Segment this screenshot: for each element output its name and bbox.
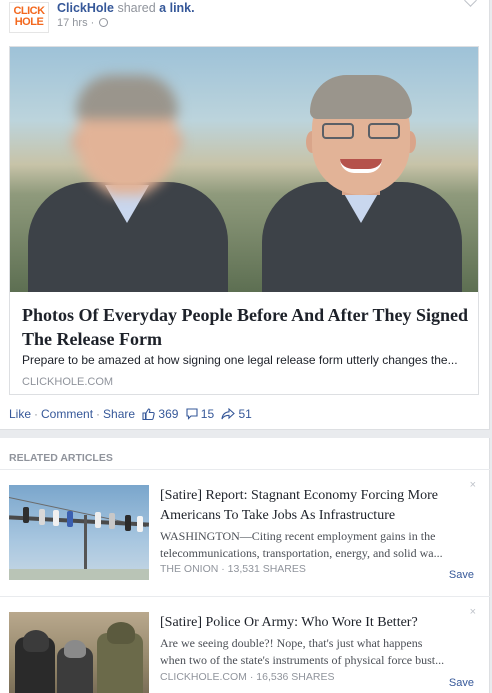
comments-count[interactable]: 15 <box>201 407 214 421</box>
related-header: RELATED ARTICLES <box>9 452 113 464</box>
chevron-down-icon[interactable] <box>464 0 477 7</box>
save-button[interactable]: Save <box>449 569 474 581</box>
comment-icon[interactable] <box>186 408 198 420</box>
save-button[interactable]: Save <box>449 677 474 689</box>
article-title[interactable]: [Satire] Report: Stagnant Economy Forcin… <box>160 486 470 526</box>
related-articles: RELATED ARTICLES [Satire] Report: Stagna… <box>0 438 490 693</box>
share-icon[interactable] <box>221 408 236 420</box>
link-link[interactable]: a link. <box>159 1 194 15</box>
likes-count[interactable]: 369 <box>158 407 178 421</box>
page-avatar[interactable]: CLICK HOLE <box>9 2 49 33</box>
link-preview-card[interactable]: Photos Of Everyday People Before And Aft… <box>9 46 479 395</box>
shared-verb: shared <box>117 1 156 15</box>
article-meta: THE ONION · 13,531 SHARES <box>160 563 306 575</box>
article-meta: CLICKHOLE.COM · 16,536 SHARES <box>160 671 335 683</box>
share-link[interactable]: Share <box>103 407 135 421</box>
article-description: Are we seeing double?! Nope, that's just… <box>160 635 475 669</box>
shares-count[interactable]: 51 <box>238 407 251 421</box>
article-title[interactable]: [Satire] Police Or Army: Who Wore It Bet… <box>160 613 470 633</box>
card-title[interactable]: Photos Of Everyday People Before And Aft… <box>22 303 472 351</box>
description-line: when two of the state's instruments of p… <box>160 653 445 667</box>
before-photo <box>10 47 244 292</box>
before-after-photo <box>10 47 478 292</box>
description-line: WASHINGTON—Citing recent employment gain… <box>160 529 436 543</box>
post-actions: Like · Comment · Share 369 15 51 <box>9 407 252 421</box>
close-icon[interactable]: × <box>470 606 476 618</box>
globe-icon <box>99 18 109 27</box>
related-article-item[interactable]: [Satire] Report: Stagnant Economy Forcin… <box>0 469 490 589</box>
like-link[interactable]: Like <box>9 407 31 421</box>
card-description: Prepare to be amazed at how signing one … <box>22 353 458 367</box>
author-link[interactable]: ClickHole <box>57 1 114 15</box>
card-domain: CLICKHOLE.COM <box>22 376 114 388</box>
description-line: telecommunications, transportation, ener… <box>160 546 443 560</box>
after-photo <box>244 47 478 292</box>
feed-post: CLICK HOLE ClickHole shared a link. 17 h… <box>0 0 490 430</box>
close-icon[interactable]: × <box>470 479 476 491</box>
article-description: WASHINGTON—Citing recent employment gain… <box>160 528 475 562</box>
comment-link[interactable]: Comment <box>41 407 93 421</box>
article-thumbnail[interactable] <box>9 612 149 693</box>
thumbs-up-icon[interactable] <box>142 408 156 420</box>
article-thumbnail[interactable] <box>9 485 149 580</box>
logo-line-2: HOLE <box>14 16 44 28</box>
related-article-item[interactable]: [Satire] Police Or Army: Who Wore It Bet… <box>0 596 490 693</box>
post-timestamp[interactable]: 17 hrs <box>57 17 88 29</box>
post-header: ClickHole shared a link. <box>57 1 195 15</box>
description-line: Are we seeing double?! Nope, that's just… <box>160 636 423 650</box>
post-timestamp-row: 17 hrs · <box>57 17 109 29</box>
